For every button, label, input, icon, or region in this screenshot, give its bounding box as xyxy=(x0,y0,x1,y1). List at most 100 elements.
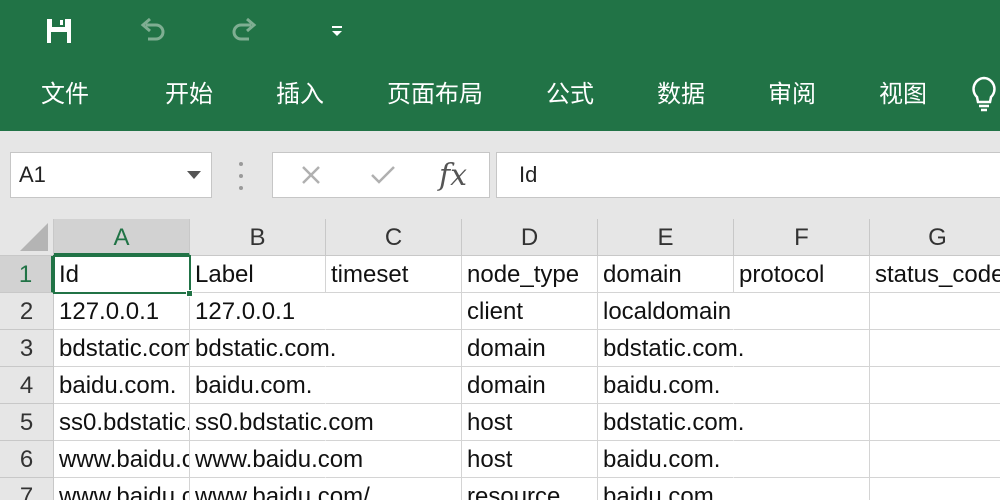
tab-insert[interactable]: 插入 xyxy=(276,74,324,114)
cell-b4[interactable]: baidu.com. xyxy=(190,367,326,404)
name-box-value: A1 xyxy=(19,162,46,187)
cell-g1[interactable]: status_code xyxy=(870,256,1000,293)
cell-value: domain xyxy=(467,372,546,399)
cell-b2[interactable]: 127.0.0.1 xyxy=(190,293,326,330)
cell-value: status_code xyxy=(875,261,1000,288)
cell-g7[interactable] xyxy=(870,478,1000,500)
cell-c4[interactable] xyxy=(326,367,462,404)
row-header-3[interactable]: 3 xyxy=(0,330,54,367)
cell-e1[interactable]: domain xyxy=(598,256,734,293)
cell-g3[interactable] xyxy=(870,330,1000,367)
cell-g5[interactable] xyxy=(870,404,1000,441)
cell-f6[interactable] xyxy=(734,441,870,478)
cell-f4[interactable] xyxy=(734,367,870,404)
tab-view[interactable]: 视图 xyxy=(879,74,927,114)
tab-formulas[interactable]: 公式 xyxy=(546,74,594,114)
cell-value: www.baidu.com/ xyxy=(195,483,370,500)
row-header-1[interactable]: 1 xyxy=(0,256,54,293)
undo-icon[interactable] xyxy=(134,13,170,49)
cell-e2[interactable]: localdomain xyxy=(598,293,734,330)
cell-g2[interactable] xyxy=(870,293,1000,330)
formula-input[interactable]: Id xyxy=(496,152,1000,198)
cell-b3[interactable]: bdstatic.com. xyxy=(190,330,336,367)
cell-f7[interactable] xyxy=(734,478,870,500)
cell-value: protocol xyxy=(739,261,825,288)
enter-icon[interactable] xyxy=(363,153,403,197)
cell-value: localdomain xyxy=(603,298,732,325)
formula-bar-buttons: fx xyxy=(272,152,490,198)
column-header-d[interactable]: D xyxy=(462,219,598,256)
cell-a3[interactable]: bdstatic.com. xyxy=(54,330,190,367)
cell-a7[interactable]: www.baidu.com/ xyxy=(54,478,190,500)
tab-file[interactable]: 文件 xyxy=(41,74,89,114)
insert-function-button[interactable]: fx xyxy=(431,153,475,197)
tab-home[interactable]: 开始 xyxy=(165,74,213,114)
fill-handle[interactable] xyxy=(186,290,193,297)
cell-g6[interactable] xyxy=(870,441,1000,478)
cell-f1[interactable]: protocol xyxy=(734,256,870,293)
cell-e6[interactable]: baidu.com. xyxy=(598,441,734,478)
cell-b5[interactable]: ss0.bdstatic.com xyxy=(190,404,374,441)
row-header-4[interactable]: 4 xyxy=(0,367,54,404)
cell-a2[interactable]: 127.0.0.1 xyxy=(54,293,190,330)
cell-d3[interactable]: domain xyxy=(462,330,598,367)
cell-d1[interactable]: node_type xyxy=(462,256,598,293)
cell-value: ss0.bdstatic.com xyxy=(59,409,189,436)
cell-a4[interactable]: baidu.com. xyxy=(54,367,190,404)
cell-b6[interactable]: www.baidu.com xyxy=(190,441,363,478)
select-all-button[interactable] xyxy=(0,219,54,256)
cell-g4[interactable] xyxy=(870,367,1000,404)
cell-e3[interactable]: bdstatic.com. xyxy=(598,330,744,367)
column-header-f[interactable]: F xyxy=(734,219,870,256)
cell-c2[interactable] xyxy=(326,293,462,330)
column-header-g[interactable]: G xyxy=(870,219,1000,256)
name-box[interactable]: A1 xyxy=(10,152,212,198)
cell-value: 127.0.0.1 xyxy=(195,298,296,325)
cell-value: timeset xyxy=(331,261,409,288)
cell-d6[interactable]: host xyxy=(462,441,598,478)
formula-area: A1 fx Id xyxy=(0,131,1000,219)
row-header-6[interactable]: 6 xyxy=(0,441,54,478)
tab-data[interactable]: 数据 xyxy=(657,74,705,114)
redo-icon[interactable] xyxy=(227,13,263,49)
column-header-a[interactable]: A xyxy=(54,219,190,256)
cell-value: bdstatic.com. xyxy=(603,335,745,362)
cell-e5[interactable]: bdstatic.com. xyxy=(598,404,744,441)
cell-b7[interactable]: www.baidu.com/ xyxy=(190,478,370,500)
cell-e7[interactable]: baidu.com. xyxy=(598,478,734,500)
row-header-7[interactable]: 7 xyxy=(0,478,54,500)
column-header-e[interactable]: E xyxy=(598,219,734,256)
cell-f5[interactable] xyxy=(734,404,870,441)
row-header-5[interactable]: 5 xyxy=(0,404,54,441)
row-header-2[interactable]: 2 xyxy=(0,293,54,330)
cell-value: www.baidu.com xyxy=(195,446,364,473)
cell-d7[interactable]: resource xyxy=(462,478,598,500)
cell-f3[interactable] xyxy=(734,330,870,367)
cell-c1[interactable]: timeset xyxy=(326,256,462,293)
cell-d5[interactable]: host xyxy=(462,404,598,441)
cell-c3[interactable] xyxy=(326,330,462,367)
formula-bar-splitter[interactable] xyxy=(236,162,246,190)
cell-d2[interactable]: client xyxy=(462,293,598,330)
cell-value: domain xyxy=(467,335,546,362)
cell-value: ss0.bdstatic.com xyxy=(195,409,374,436)
lightbulb-icon[interactable] xyxy=(968,74,1000,114)
chevron-down-icon[interactable] xyxy=(187,171,201,179)
cell-e4[interactable]: baidu.com. xyxy=(598,367,734,404)
column-header-c[interactable]: C xyxy=(326,219,462,256)
cell-value: client xyxy=(467,298,524,325)
cancel-icon[interactable] xyxy=(291,153,331,197)
tab-page-layout[interactable]: 页面布局 xyxy=(387,74,483,114)
column-header-b[interactable]: B xyxy=(190,219,326,256)
tab-review[interactable]: 审阅 xyxy=(768,74,816,114)
cell-b1[interactable]: Label xyxy=(190,256,326,293)
cell-a5[interactable]: ss0.bdstatic.com xyxy=(54,404,190,441)
formula-value: Id xyxy=(519,162,538,187)
customize-qat-icon[interactable] xyxy=(319,13,355,49)
cell-d4[interactable]: domain xyxy=(462,367,598,404)
cell-f2[interactable] xyxy=(734,293,870,330)
cell-a6[interactable]: www.baidu.com xyxy=(54,441,190,478)
cell-a1[interactable]: Id xyxy=(54,256,190,293)
save-icon[interactable] xyxy=(41,13,77,49)
cell-value: Id xyxy=(59,261,80,288)
